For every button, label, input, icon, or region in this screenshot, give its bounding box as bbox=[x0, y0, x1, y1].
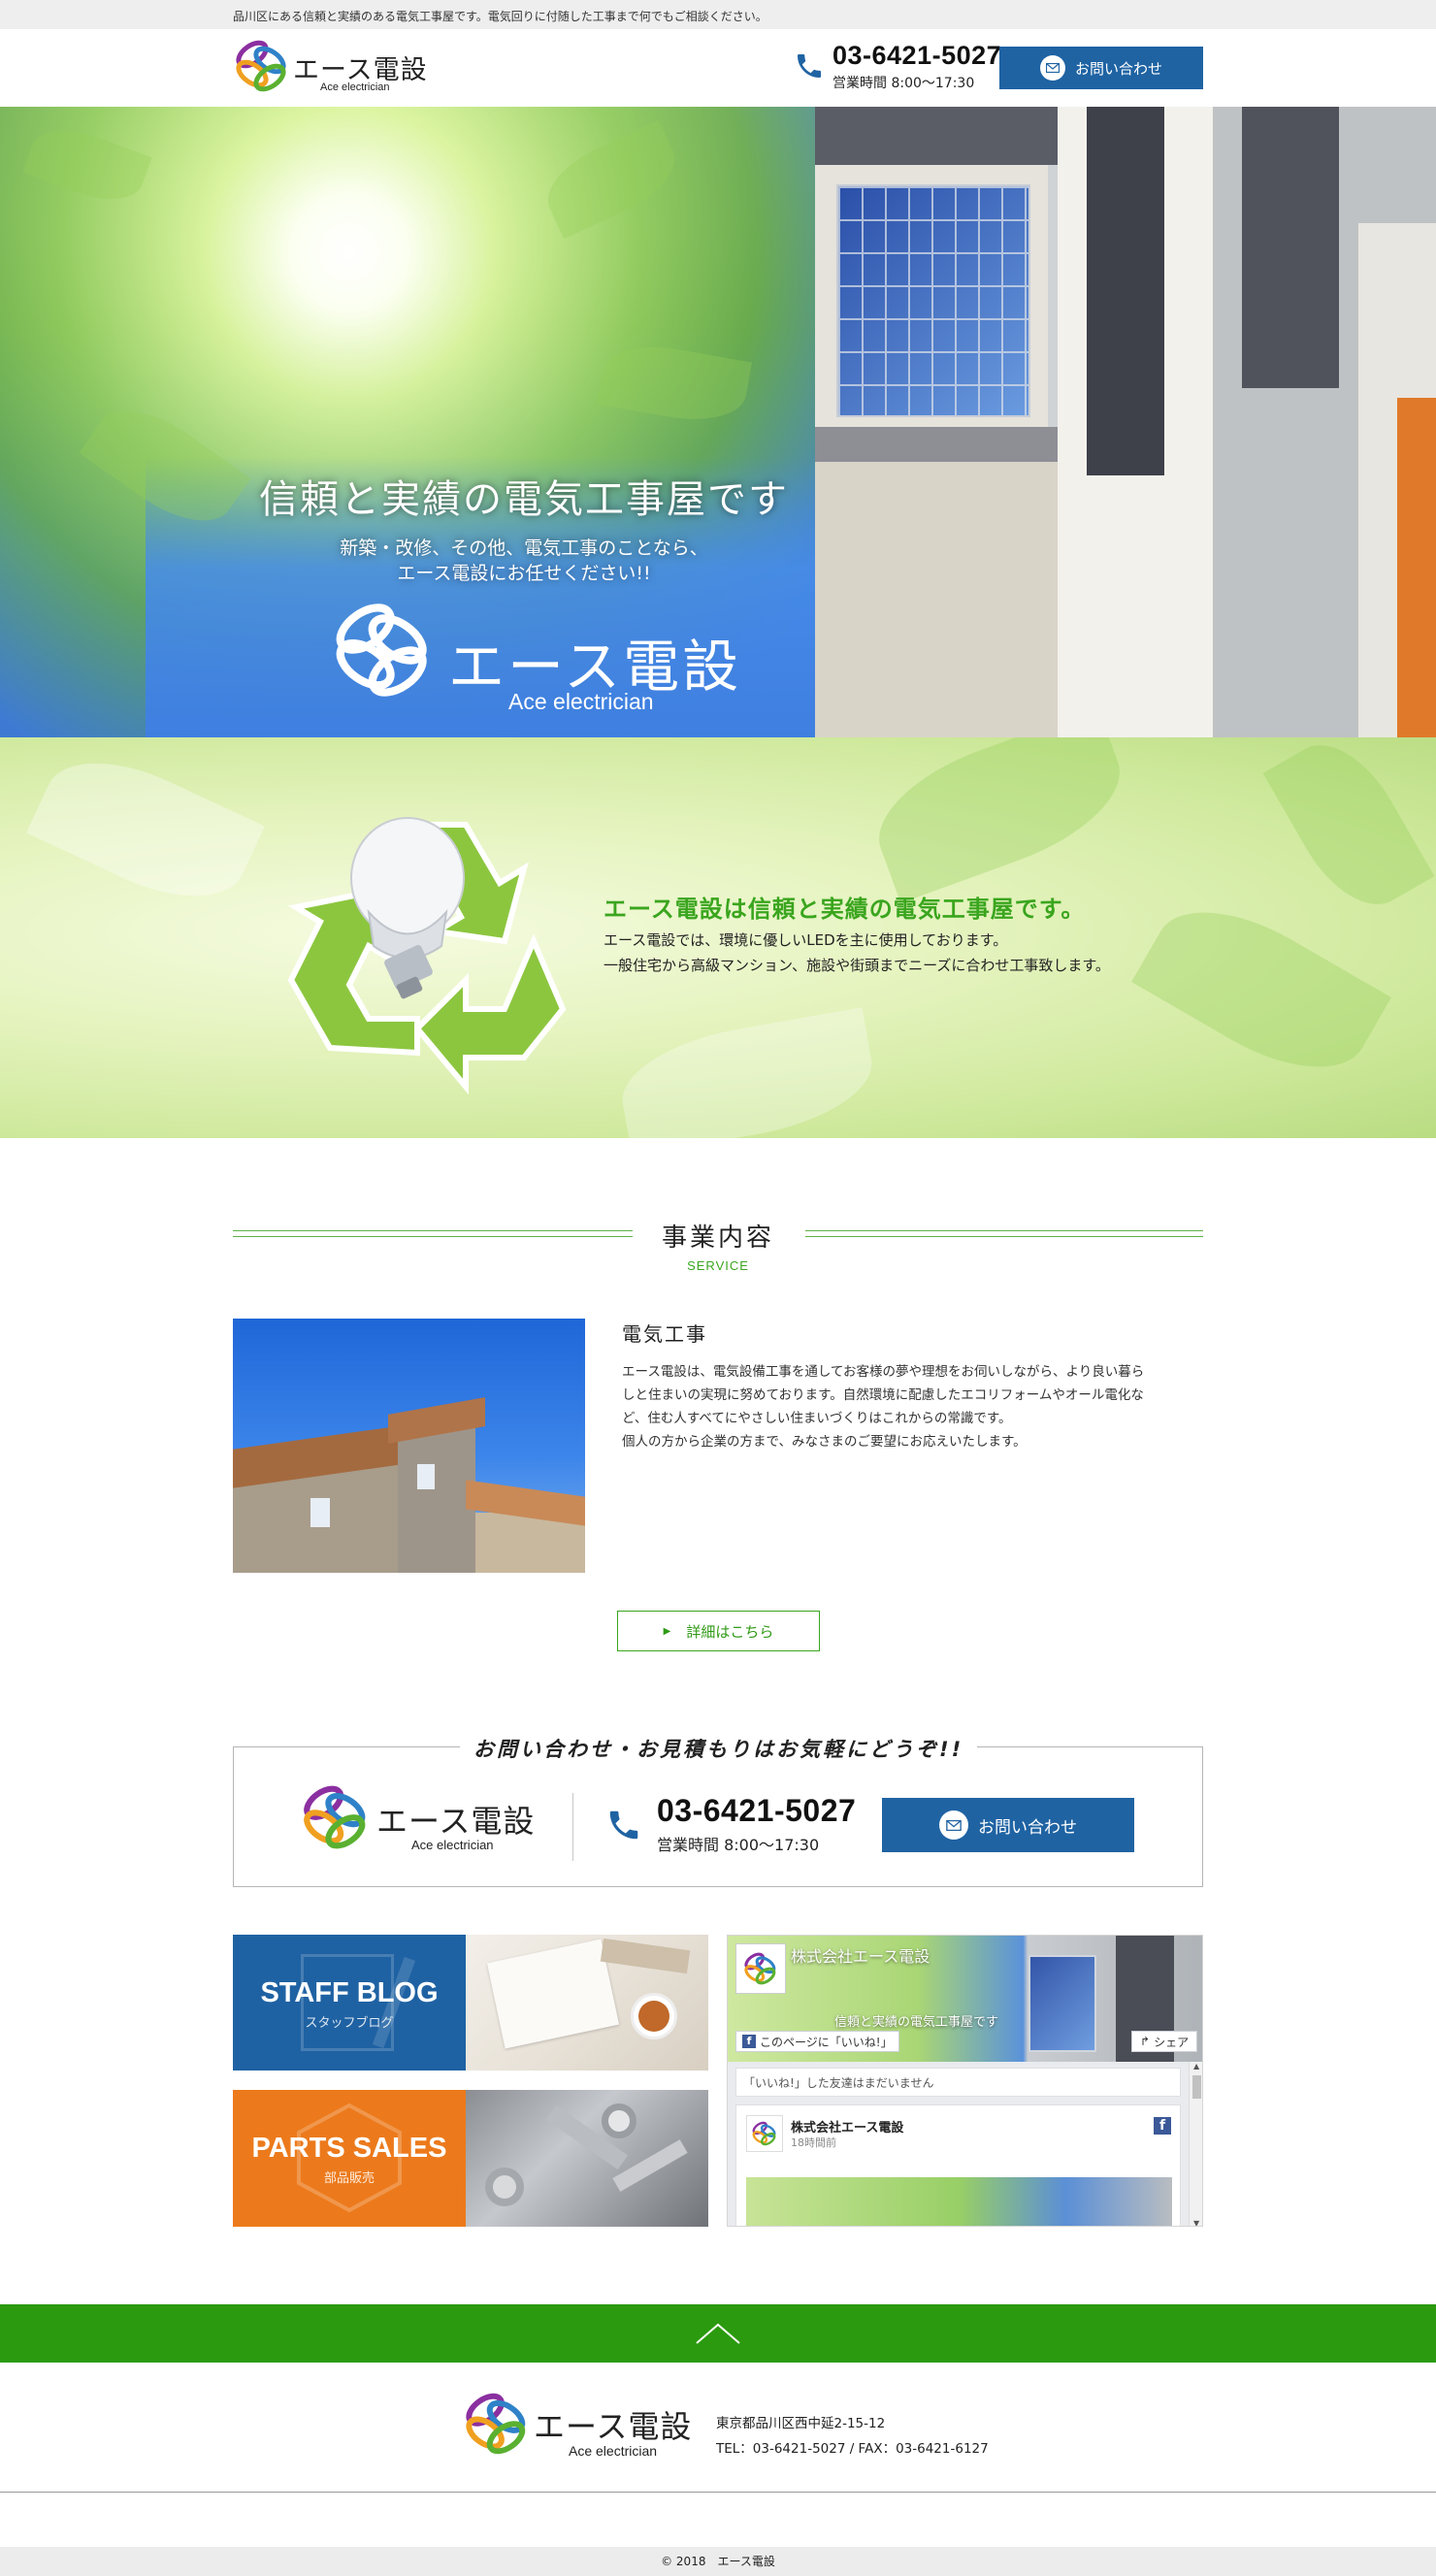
facebook-feed: 「いいね!」した友達はまだいません 株式会社エース電設 18時間前 f bbox=[728, 2062, 1189, 2226]
facebook-like-button[interactable]: f このページに「いいね!」 bbox=[735, 2031, 899, 2052]
service-text-line-2: しと住まいの実現に努めております。自然環境に配慮したエコリフォームやオール電化な bbox=[622, 1387, 1144, 1403]
contact-phone-number[interactable]: 03-6421-5027 bbox=[657, 1793, 856, 1829]
contact-box-logo[interactable]: エース電設 Ace electrician bbox=[297, 1781, 549, 1859]
footer-logo-subtitle: Ace electrician bbox=[569, 2443, 658, 2459]
service-item-title: 電気工事 bbox=[622, 1322, 707, 1346]
facebook-share-button[interactable]: ↱ シェア bbox=[1131, 2031, 1198, 2052]
share-arrow-icon: ↱ bbox=[1140, 2035, 1151, 2048]
hero-logo-subtitle: Ace electrician bbox=[508, 689, 654, 714]
parts-sales-title: PARTS SALES bbox=[251, 2133, 447, 2164]
intro-band: エース電設は信頼と実績の電気工事屋です。 エース電設では、環境に優しいLEDを主… bbox=[0, 737, 1436, 1138]
facebook-profile-picture[interactable] bbox=[735, 1943, 786, 1994]
footer-logo-mark-icon bbox=[466, 2393, 526, 2455]
footer-divider bbox=[0, 2492, 1436, 2493]
logo-subtitle: Ace electrician bbox=[320, 82, 390, 93]
service-text-line-4: 個人の方から企業の方まで、みなさまのご要望にお応えいたします。 bbox=[622, 1434, 1027, 1450]
footer-tel-fax: TEL：03-6421-5027 / FAX：03-6421-6127 bbox=[716, 2441, 989, 2457]
chevron-up-icon bbox=[696, 2323, 740, 2344]
footer-address: 東京都品川区西中延2-15-12 bbox=[716, 2416, 886, 2431]
hero-house-image bbox=[815, 107, 1436, 737]
facebook-post-avatar[interactable] bbox=[746, 2115, 783, 2152]
facebook-post-image[interactable] bbox=[746, 2177, 1172, 2226]
copyright-bar: © 2018 エース電設 bbox=[0, 2547, 1436, 2576]
staff-blog-subtitle: スタッフブログ bbox=[305, 2016, 394, 2031]
service-house-image bbox=[233, 1319, 585, 1573]
facebook-friends-text: 「いいね!」した友達はまだいません bbox=[743, 2076, 934, 2090]
hero-visual: 信頼と実績の電気工事屋です 新築・改修、その他、電気工事のことなら、 エース電設… bbox=[0, 107, 1436, 737]
facebook-profile-logo-icon bbox=[744, 1952, 776, 1985]
service-section-subtitle: SERVICE bbox=[687, 1258, 749, 1273]
logo-mark-icon bbox=[236, 40, 286, 92]
intro-heading: エース電設は信頼と実績の電気工事屋です。 bbox=[604, 896, 1086, 923]
facebook-like-label: このページに「いいね!」 bbox=[760, 2035, 893, 2049]
facebook-post-logo-icon: f bbox=[1154, 2117, 1171, 2135]
intro-text-line-1: エース電設では、環境に優しいLEDを主に使用しております。 bbox=[604, 931, 1008, 949]
mail-icon bbox=[1039, 55, 1065, 81]
site-header: エース電設 Ace electrician 03-6421-5027 営業時間 … bbox=[0, 29, 1436, 107]
contact-box-title: お問い合わせ・お見積もりはお気軽にどうぞ!! bbox=[460, 1734, 978, 1763]
staff-blog-title: STAFF BLOG bbox=[260, 1977, 439, 2008]
intro-text-line-2: 一般住宅から高級マンション、施設や街頭までニーズに合わせ工事致します。 bbox=[604, 957, 1110, 974]
hero-line-2: エース電設にお任せください!! bbox=[397, 563, 651, 584]
facebook-post-author[interactable]: 株式会社エース電設 bbox=[791, 2117, 903, 2136]
announcement-text: 品川区にある信頼と実績のある電気工事屋です。電気回りに付随した工事まで何でもご相… bbox=[233, 10, 767, 23]
hero-title: 信頼と実績の電気工事屋です bbox=[259, 477, 789, 522]
facebook-share-label: シェア bbox=[1154, 2035, 1190, 2049]
facebook-post: 株式会社エース電設 18時間前 f bbox=[735, 2104, 1181, 2226]
post-avatar-logo-icon bbox=[752, 2121, 776, 2146]
header-contact-label: お問い合わせ bbox=[1074, 59, 1162, 78]
contact-box-button[interactable]: お問い合わせ bbox=[882, 1798, 1134, 1852]
page-top-button[interactable] bbox=[0, 2304, 1436, 2363]
facebook-cover-text: 信頼と実績の電気工事屋です bbox=[834, 2015, 999, 2030]
service-detail-label: 詳細はこちら bbox=[686, 1622, 774, 1641]
facebook-post-time[interactable]: 18時間前 bbox=[791, 2135, 836, 2150]
header-phone-number[interactable]: 03-6421-5027 bbox=[832, 41, 1001, 71]
service-section-title: 事業内容 bbox=[661, 1223, 774, 1253]
copyright-text: © 2018 エース電設 bbox=[661, 2555, 775, 2568]
hero-logo-mark-icon bbox=[336, 603, 427, 697]
parts-sales-banner[interactable]: PARTS SALES 部品販売 bbox=[233, 2090, 708, 2227]
service-text-line-1: エース電設は、電気設備工事を通してお客様の夢や理想をお伺いしながら、より良い暮ら bbox=[622, 1364, 1145, 1380]
service-text-line-3: ど、住む人すべてにやさしい住まいづくりはこれからの常識です。 bbox=[622, 1411, 1012, 1426]
footer-logo[interactable]: エース電設 Ace electrician bbox=[460, 2387, 702, 2464]
staff-blog-banner[interactable]: STAFF BLOG スタッフブログ bbox=[233, 1935, 708, 2071]
hero-line-1: 新築・改修、その他、電気工事のことなら、 bbox=[340, 538, 708, 559]
parts-sales-subtitle: 部品販売 bbox=[323, 2171, 375, 2186]
contact-phone-icon bbox=[609, 1810, 638, 1840]
triangle-right-icon: ▶ bbox=[663, 1625, 671, 1637]
header-contact-button[interactable]: お問い合わせ bbox=[999, 47, 1203, 89]
contact-box-divider bbox=[572, 1793, 573, 1861]
service-detail-button[interactable]: ▶ 詳細はこちら bbox=[617, 1611, 820, 1651]
facebook-scrollbar[interactable]: ▲ ▼ bbox=[1189, 2062, 1202, 2226]
contact-logo-mark-icon bbox=[304, 1785, 366, 1849]
contact-mail-icon bbox=[939, 1810, 968, 1840]
facebook-logo-icon: f bbox=[742, 2035, 756, 2048]
phone-icon bbox=[798, 54, 821, 78]
footer-logo-name: エース電設 bbox=[534, 2408, 693, 2445]
contact-box-button-label: お問い合わせ bbox=[978, 1817, 1077, 1838]
facebook-page-widget: 株式会社エース電設 信頼と実績の電気工事屋です f このページに「いいね!」 ↱… bbox=[727, 1935, 1203, 2227]
header-logo[interactable]: エース電設 Ace electrician bbox=[231, 35, 444, 97]
contact-business-hours: 営業時間 8:00〜17:30 bbox=[657, 1836, 820, 1854]
header-business-hours: 営業時間 8:00〜17:30 bbox=[832, 76, 975, 91]
top-announcement-bar: 品川区にある信頼と実績のある電気工事屋です。電気回りに付随した工事まで何でもご相… bbox=[0, 0, 1436, 29]
contact-logo-subtitle: Ace electrician bbox=[411, 1838, 494, 1852]
contact-logo-name: エース電設 bbox=[376, 1803, 536, 1840]
recycle-led-bulb-icon bbox=[287, 817, 567, 1095]
facebook-page-name[interactable]: 株式会社エース電設 bbox=[791, 1943, 930, 1967]
